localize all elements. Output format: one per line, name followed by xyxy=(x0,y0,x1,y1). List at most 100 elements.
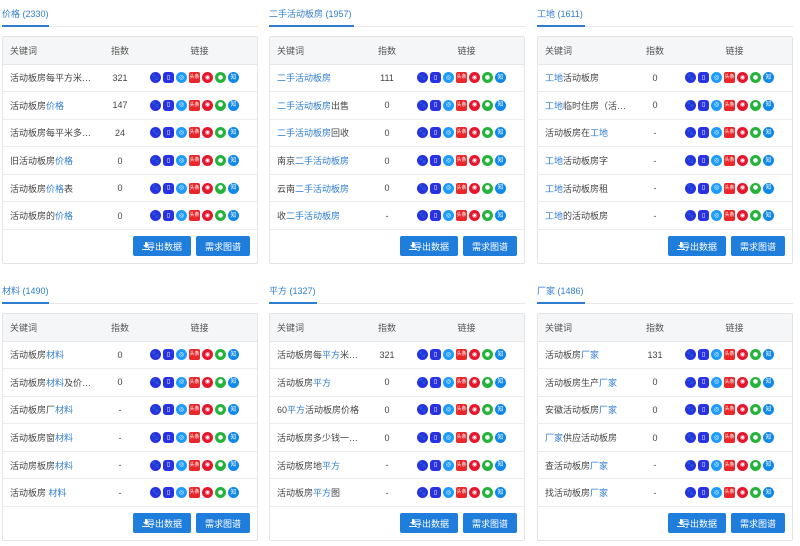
baidu-icon[interactable]: 🐾 xyxy=(150,349,161,361)
baidu-icon[interactable]: 🐾 xyxy=(685,99,696,111)
keyword-highlight[interactable]: 材料 xyxy=(55,405,73,415)
wechat-icon[interactable]: ● xyxy=(215,182,226,194)
baidu-mobile-icon[interactable]: ▯ xyxy=(430,432,441,444)
baidu-icon[interactable]: 🐾 xyxy=(685,349,696,361)
toutiao-icon[interactable]: 头条 xyxy=(189,99,200,111)
demand-map-button[interactable]: 需求图谱 xyxy=(731,513,785,533)
zhihu-icon[interactable]: 知 xyxy=(495,487,506,499)
export-data-button[interactable]: 导出数据 xyxy=(133,236,191,256)
keyword-highlight[interactable]: 二手活动板房 xyxy=(277,73,331,83)
keyword-highlight[interactable]: 二手活动板房 xyxy=(277,128,331,138)
keyword-highlight[interactable]: 厂家 xyxy=(545,433,563,443)
weibo-icon[interactable]: ◉ xyxy=(737,349,748,361)
wechat-icon[interactable]: ● xyxy=(215,155,226,167)
baidu-icon[interactable]: 🐾 xyxy=(150,182,161,194)
keyword-highlight[interactable]: 材料 xyxy=(46,350,64,360)
search-360-icon[interactable]: ◎ xyxy=(176,432,187,444)
keyword-highlight[interactable]: 材料 xyxy=(49,488,67,498)
zhihu-icon[interactable]: 知 xyxy=(495,210,506,222)
baidu-mobile-icon[interactable]: ▯ xyxy=(163,72,174,84)
baidu-icon[interactable]: 🐾 xyxy=(150,72,161,84)
weibo-icon[interactable]: ◉ xyxy=(737,127,748,139)
keyword-highlight[interactable]: 工地 xyxy=(590,128,608,138)
search-360-icon[interactable]: ◎ xyxy=(711,155,722,167)
wechat-icon[interactable]: ● xyxy=(482,99,493,111)
wechat-icon[interactable]: ● xyxy=(750,127,761,139)
baidu-icon[interactable]: 🐾 xyxy=(685,72,696,84)
keyword-highlight[interactable]: 厂家 xyxy=(599,378,617,388)
zhihu-icon[interactable]: 知 xyxy=(763,127,774,139)
wechat-icon[interactable]: ● xyxy=(215,432,226,444)
search-360-icon[interactable]: ◎ xyxy=(711,349,722,361)
wechat-icon[interactable]: ● xyxy=(482,127,493,139)
zhihu-icon[interactable]: 知 xyxy=(763,182,774,194)
search-360-icon[interactable]: ◎ xyxy=(176,127,187,139)
keyword-highlight[interactable]: 材料 xyxy=(55,433,73,443)
zhihu-icon[interactable]: 知 xyxy=(495,99,506,111)
search-360-icon[interactable]: ◎ xyxy=(711,182,722,194)
wechat-icon[interactable]: ● xyxy=(750,155,761,167)
wechat-icon[interactable]: ● xyxy=(482,210,493,222)
search-360-icon[interactable]: ◎ xyxy=(711,459,722,471)
keyword-highlight[interactable]: 平方 xyxy=(322,461,340,471)
baidu-mobile-icon[interactable]: ▯ xyxy=(698,349,709,361)
weibo-icon[interactable]: ◉ xyxy=(202,155,213,167)
export-data-button[interactable]: 导出数据 xyxy=(400,236,458,256)
wechat-icon[interactable]: ● xyxy=(215,376,226,388)
wechat-icon[interactable]: ● xyxy=(215,404,226,416)
baidu-mobile-icon[interactable]: ▯ xyxy=(698,99,709,111)
toutiao-icon[interactable]: 头条 xyxy=(724,487,735,499)
search-360-icon[interactable]: ◎ xyxy=(443,376,454,388)
zhihu-icon[interactable]: 知 xyxy=(495,404,506,416)
zhihu-icon[interactable]: 知 xyxy=(228,459,239,471)
keyword-highlight[interactable]: 平方 xyxy=(313,488,331,498)
weibo-icon[interactable]: ◉ xyxy=(737,210,748,222)
toutiao-icon[interactable]: 头条 xyxy=(724,72,735,84)
search-360-icon[interactable]: ◎ xyxy=(176,72,187,84)
export-data-button[interactable]: 导出数据 xyxy=(400,513,458,533)
baidu-mobile-icon[interactable]: ▯ xyxy=(430,99,441,111)
search-360-icon[interactable]: ◎ xyxy=(176,155,187,167)
toutiao-icon[interactable]: 头条 xyxy=(724,349,735,361)
keyword-highlight[interactable]: 二手活动板房 xyxy=(295,184,349,194)
wechat-icon[interactable]: ● xyxy=(482,349,493,361)
toutiao-icon[interactable]: 头条 xyxy=(724,432,735,444)
weibo-icon[interactable]: ◉ xyxy=(737,487,748,499)
baidu-icon[interactable]: 🐾 xyxy=(417,127,428,139)
baidu-mobile-icon[interactable]: ▯ xyxy=(430,349,441,361)
baidu-icon[interactable]: 🐾 xyxy=(417,404,428,416)
wechat-icon[interactable]: ● xyxy=(750,376,761,388)
toutiao-icon[interactable]: 头条 xyxy=(189,155,200,167)
wechat-icon[interactable]: ● xyxy=(215,99,226,111)
wechat-icon[interactable]: ● xyxy=(750,210,761,222)
wechat-icon[interactable]: ● xyxy=(482,432,493,444)
keyword-highlight[interactable]: 工地 xyxy=(545,211,563,221)
toutiao-icon[interactable]: 头条 xyxy=(456,155,467,167)
search-360-icon[interactable]: ◎ xyxy=(176,349,187,361)
baidu-mobile-icon[interactable]: ▯ xyxy=(163,210,174,222)
baidu-icon[interactable]: 🐾 xyxy=(685,376,696,388)
zhihu-icon[interactable]: 知 xyxy=(228,376,239,388)
toutiao-icon[interactable]: 头条 xyxy=(456,349,467,361)
baidu-icon[interactable]: 🐾 xyxy=(685,127,696,139)
demand-map-button[interactable]: 需求图谱 xyxy=(731,236,785,256)
baidu-mobile-icon[interactable]: ▯ xyxy=(698,72,709,84)
baidu-icon[interactable]: 🐾 xyxy=(150,376,161,388)
keyword-highlight[interactable]: 二手活动板房 xyxy=(277,101,331,111)
toutiao-icon[interactable]: 头条 xyxy=(724,210,735,222)
weibo-icon[interactable]: ◉ xyxy=(202,99,213,111)
zhihu-icon[interactable]: 知 xyxy=(228,404,239,416)
wechat-icon[interactable]: ● xyxy=(482,155,493,167)
zhihu-icon[interactable]: 知 xyxy=(495,127,506,139)
toutiao-icon[interactable]: 头条 xyxy=(189,376,200,388)
wechat-icon[interactable]: ● xyxy=(482,459,493,471)
baidu-mobile-icon[interactable]: ▯ xyxy=(163,155,174,167)
weibo-icon[interactable]: ◉ xyxy=(469,99,480,111)
toutiao-icon[interactable]: 头条 xyxy=(724,404,735,416)
wechat-icon[interactable]: ● xyxy=(750,404,761,416)
baidu-icon[interactable]: 🐾 xyxy=(417,210,428,222)
baidu-mobile-icon[interactable]: ▯ xyxy=(698,210,709,222)
zhihu-icon[interactable]: 知 xyxy=(495,182,506,194)
baidu-mobile-icon[interactable]: ▯ xyxy=(163,127,174,139)
weibo-icon[interactable]: ◉ xyxy=(737,155,748,167)
